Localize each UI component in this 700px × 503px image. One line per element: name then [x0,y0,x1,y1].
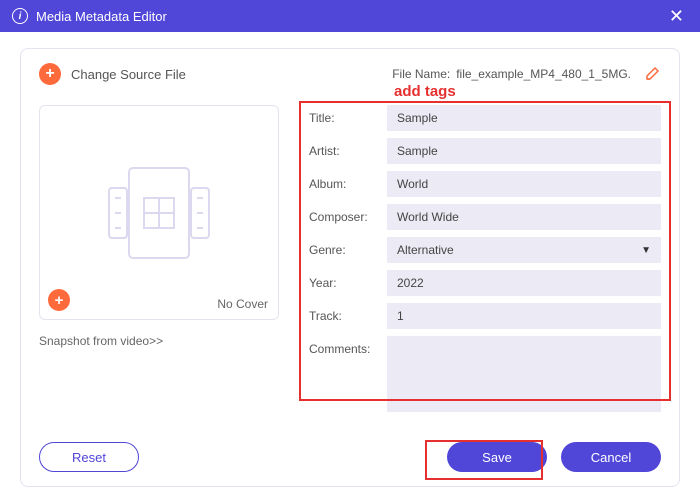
row-album: Album: [309,171,661,197]
label-year: Year: [309,270,387,290]
cover-box: + No Cover [39,105,279,320]
no-cover-label: No Cover [217,297,268,311]
genre-select[interactable]: Alternative ▼ [387,237,661,263]
change-source-button[interactable]: + Change Source File [39,63,186,85]
track-field[interactable] [387,303,661,329]
label-genre: Genre: [309,237,387,257]
row-genre: Genre: Alternative ▼ [309,237,661,263]
filename-label: File Name: [392,67,450,81]
reset-button[interactable]: Reset [39,442,139,472]
inner-panel: + Change Source File File Name: file_exa… [20,48,680,487]
genre-value: Alternative [397,243,454,257]
label-album: Album: [309,171,387,191]
header-row: + Change Source File File Name: file_exa… [39,63,661,85]
cancel-button[interactable]: Cancel [561,442,661,472]
callout-label: add tags [394,83,456,100]
save-button[interactable]: Save [447,442,547,472]
comments-field[interactable] [387,336,661,412]
chevron-down-icon: ▼ [641,245,651,256]
info-icon: i [12,8,28,24]
snapshot-link[interactable]: Snapshot from video>> [39,334,163,348]
composer-field[interactable] [387,204,661,230]
content-area: + Change Source File File Name: file_exa… [0,32,700,503]
row-title: Title: [309,105,661,131]
filename-group: File Name: file_example_MP4_480_1_5MG. [392,65,661,84]
window-title: Media Metadata Editor [36,9,665,24]
button-row: Reset Save Cancel [39,442,661,472]
row-year: Year: [309,270,661,296]
main-row: + No Cover Snapshot from video>> add tag… [39,105,661,426]
film-icon [104,163,214,263]
artist-field[interactable] [387,138,661,164]
album-field[interactable] [387,171,661,197]
close-icon[interactable]: ✕ [665,6,688,27]
label-composer: Composer: [309,204,387,224]
label-title: Title: [309,105,387,125]
filename-value: file_example_MP4_480_1_5MG. [456,67,631,81]
title-field[interactable] [387,105,661,131]
plus-icon: + [39,63,61,85]
label-track: Track: [309,303,387,323]
label-comments: Comments: [309,336,387,356]
change-source-label: Change Source File [71,67,186,82]
titlebar: i Media Metadata Editor ✕ [0,0,700,32]
year-field[interactable] [387,270,661,296]
row-composer: Composer: [309,204,661,230]
row-comments: Comments: [309,336,661,412]
row-track: Track: [309,303,661,329]
add-cover-button[interactable]: + [48,289,70,311]
edit-icon[interactable] [645,65,661,84]
cover-column: + No Cover Snapshot from video>> [39,105,279,426]
row-artist: Artist: [309,138,661,164]
label-artist: Artist: [309,138,387,158]
form-column: add tags Title: Artist: Album: Composer: [309,105,661,426]
